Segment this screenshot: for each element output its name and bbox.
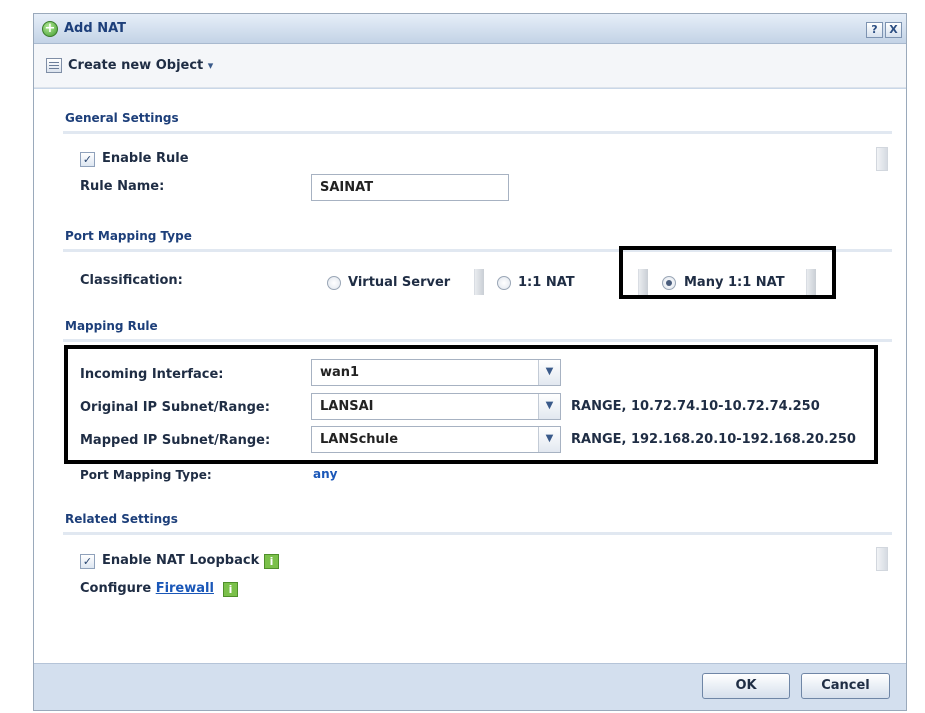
rule-name-label: Rule Name: [80,179,165,194]
related-settings-title: Related Settings [65,512,178,526]
configure-label: Configure Firewall [80,581,214,596]
general-settings-divider [63,131,892,134]
scroll-handle[interactable] [876,147,888,171]
info-icon[interactable]: i [264,554,279,569]
dialog-toolbar: Create new Object ▾ [34,44,906,88]
add-nat-dialog: + Add NAT ? X Create new Object ▾ Genera… [33,13,907,711]
help-button[interactable]: ? [866,22,883,38]
info-icon[interactable]: i [223,582,238,597]
ok-button[interactable]: OK [702,673,790,699]
port-mapping-type-value: any [313,467,338,481]
dialog-title: Add NAT [64,21,126,36]
create-new-object-label: Create new Object [68,58,204,73]
virtual-server-label: Virtual Server [348,275,451,290]
chevron-down-icon: ▾ [207,59,214,72]
add-circle-icon: + [42,21,58,37]
scroll-handle[interactable] [876,547,888,571]
classification-label: Classification: [80,273,183,288]
mapping-rule-divider [63,339,892,342]
firewall-link[interactable]: Firewall [156,581,214,596]
mapping-rule-title: Mapping Rule [65,319,158,333]
rule-name-input[interactable]: SAINAT [311,174,509,201]
nat-loopback-label: Enable NAT Loopback [102,553,260,568]
nat-loopback-checkbox[interactable]: ✓ [80,554,95,569]
port-mapping-type-title: Port Mapping Type [65,229,192,243]
many-nat-highlight-box [619,246,836,299]
mapping-highlight-box [64,345,878,464]
general-settings-title: General Settings [65,111,179,125]
configure-text: Configure [80,581,152,596]
related-settings-divider [63,532,892,535]
one-to-one-nat-label: 1:1 NAT [518,275,575,290]
enable-rule-checkbox[interactable]: ✓ [80,152,95,167]
option-separator [474,269,484,295]
virtual-server-radio[interactable] [327,276,341,290]
port-mapping-type-label: Port Mapping Type: [80,468,212,482]
create-new-object-menu[interactable]: Create new Object ▾ [68,58,213,73]
one-to-one-nat-radio[interactable] [497,276,511,290]
dialog-footer: OK Cancel [34,663,906,710]
object-list-icon [46,58,62,73]
dialog-titlebar: + Add NAT ? X [34,14,906,44]
close-button[interactable]: X [885,22,902,38]
enable-rule-label: Enable Rule [102,151,189,166]
cancel-button[interactable]: Cancel [801,673,890,699]
dialog-content: General Settings ✓ Enable Rule Rule Name… [34,89,906,663]
